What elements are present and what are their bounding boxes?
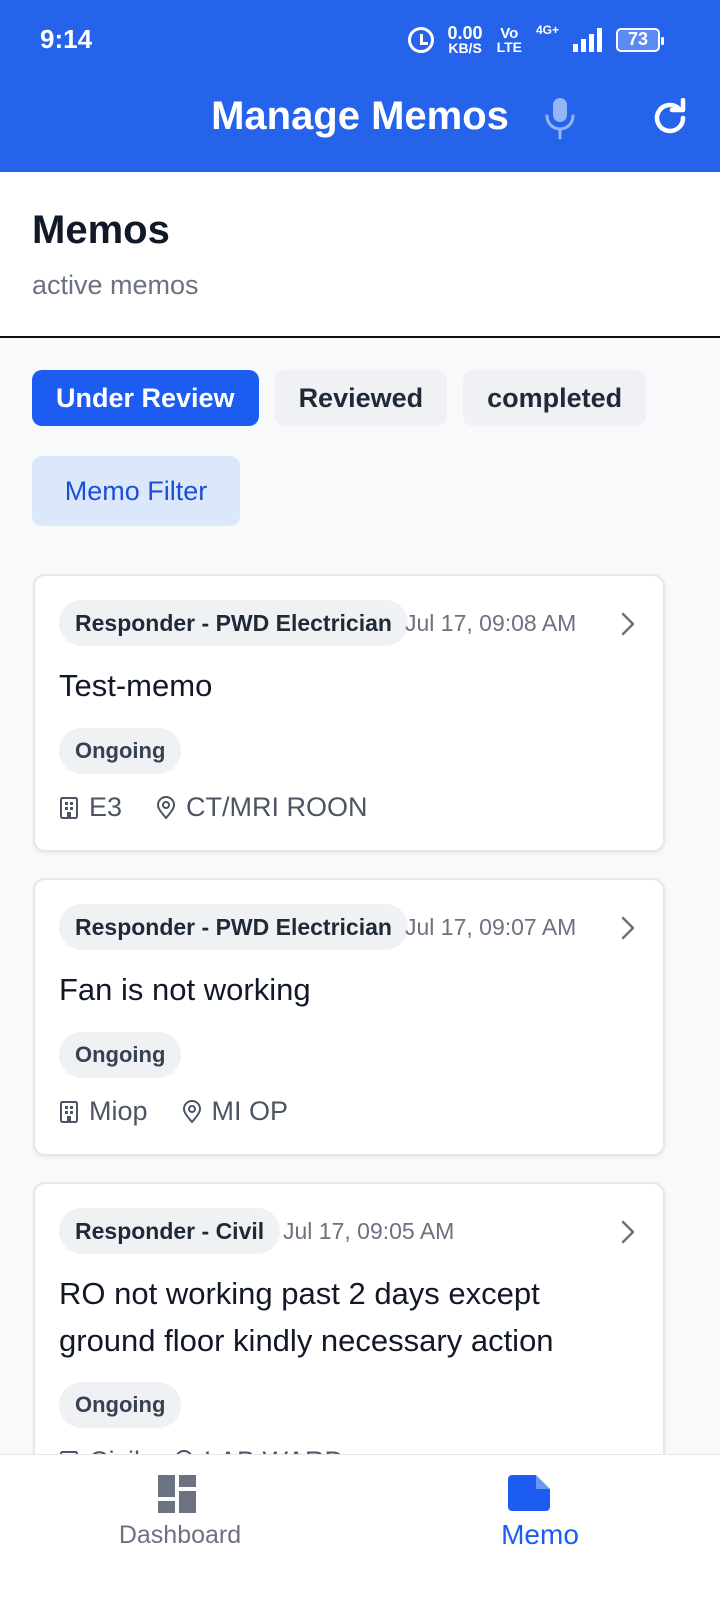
dashboard-icon	[158, 1475, 196, 1513]
memo-date: Jul 17, 09:08 AM	[405, 610, 577, 636]
responder-badge: Responder - Civil	[59, 1208, 281, 1254]
page-title: Manage Memos	[211, 94, 509, 138]
bottom-navigation: Dashboard Memo	[0, 1454, 720, 1604]
location: LAB WARD	[174, 1446, 344, 1454]
memo-title-line: ground floor kindly necessary action	[59, 1323, 554, 1358]
status-bar: 9:14 0.00 KB/S Vo LTE 4G+ 73	[0, 0, 720, 80]
memos-header: Memos active memos	[0, 172, 720, 338]
responder-badge: Responder - PWD Electrician	[59, 600, 408, 646]
status-badge: Ongoing	[59, 728, 182, 774]
location: MI OP	[182, 1096, 289, 1127]
microphone-icon[interactable]	[542, 96, 578, 140]
building-icon	[60, 796, 78, 819]
chevron-right-icon[interactable]	[621, 916, 635, 940]
memo-icon	[508, 1475, 550, 1511]
refresh-icon[interactable]	[650, 98, 690, 138]
memo-title: Fan is not working	[59, 972, 311, 1007]
net-speed: 0.00 KB/S	[448, 24, 483, 55]
memo-meta: E3 CT/MRI ROON	[59, 792, 368, 823]
net-speed-unit: KB/S	[448, 40, 482, 56]
memo-meta: Miop MI OP	[59, 1096, 288, 1127]
chevron-right-icon[interactable]	[621, 1220, 635, 1244]
memo-title: Test-memo	[59, 668, 213, 703]
location-label: LAB WARD	[204, 1446, 344, 1454]
tab-completed[interactable]: completed	[463, 370, 647, 426]
location-label: MI OP	[211, 1096, 289, 1126]
chevron-right-icon[interactable]	[621, 612, 635, 636]
building-icon	[60, 1100, 78, 1123]
network-type: 4G+	[535, 23, 559, 37]
app-header: 9:14 0.00 KB/S Vo LTE 4G+ 73 Manage Memo…	[0, 0, 720, 172]
alarm-icon	[407, 26, 434, 53]
status-time: 9:14	[40, 24, 93, 54]
memo-date: Jul 17, 09:07 AM	[405, 914, 577, 940]
tab-reviewed[interactable]: Reviewed	[274, 370, 448, 426]
building-label: Miop	[89, 1096, 148, 1126]
building-label: Civil	[89, 1446, 140, 1454]
status-tabs: Under Review Reviewed completed	[32, 370, 647, 426]
location-pin-icon	[157, 795, 176, 820]
nav-memo-label: Memo	[501, 1519, 579, 1550]
responder-badge: Responder - PWD Electrician	[59, 904, 408, 950]
location-label: CT/MRI ROON	[186, 792, 368, 822]
nav-memo[interactable]: Memo	[360, 1455, 720, 1604]
section-title: Memos	[32, 208, 170, 252]
location-pin-icon	[182, 1099, 201, 1124]
section-subtitle: active memos	[32, 270, 199, 300]
memo-title: RO not working past 2 days except ground…	[59, 1270, 554, 1364]
nav-dashboard[interactable]: Dashboard	[0, 1455, 360, 1604]
memo-card[interactable]: Responder - Civil Jul 17, 09:05 AM RO no…	[33, 1182, 665, 1454]
memo-title-line: RO not working past 2 days except	[59, 1276, 540, 1311]
volte-indicator: Vo LTE	[497, 26, 522, 54]
status-icons: 0.00 KB/S Vo LTE 4G+ 73	[407, 23, 664, 55]
memo-date: Jul 17, 09:05 AM	[283, 1218, 455, 1244]
status-badge: Ongoing	[59, 1382, 182, 1428]
building-label: E3	[89, 792, 123, 822]
battery-icon: 73	[616, 27, 664, 52]
tab-under-review[interactable]: Under Review	[32, 370, 259, 426]
nav-dashboard-label: Dashboard	[118, 1521, 242, 1549]
memo-card[interactable]: Responder - PWD Electrician Jul 17, 09:0…	[33, 574, 665, 852]
memo-card[interactable]: Responder - PWD Electrician Jul 17, 09:0…	[33, 878, 665, 1156]
status-badge: Ongoing	[59, 1032, 182, 1078]
memo-meta: Civil LAB WARD	[59, 1446, 344, 1454]
volte-bottom: LTE	[496, 38, 522, 55]
signal-icon	[573, 27, 602, 52]
memo-filter-button[interactable]: Memo Filter	[32, 456, 240, 526]
location: CT/MRI ROON	[156, 792, 368, 823]
memo-list: Responder - PWD Electrician Jul 17, 09:0…	[32, 574, 680, 1454]
